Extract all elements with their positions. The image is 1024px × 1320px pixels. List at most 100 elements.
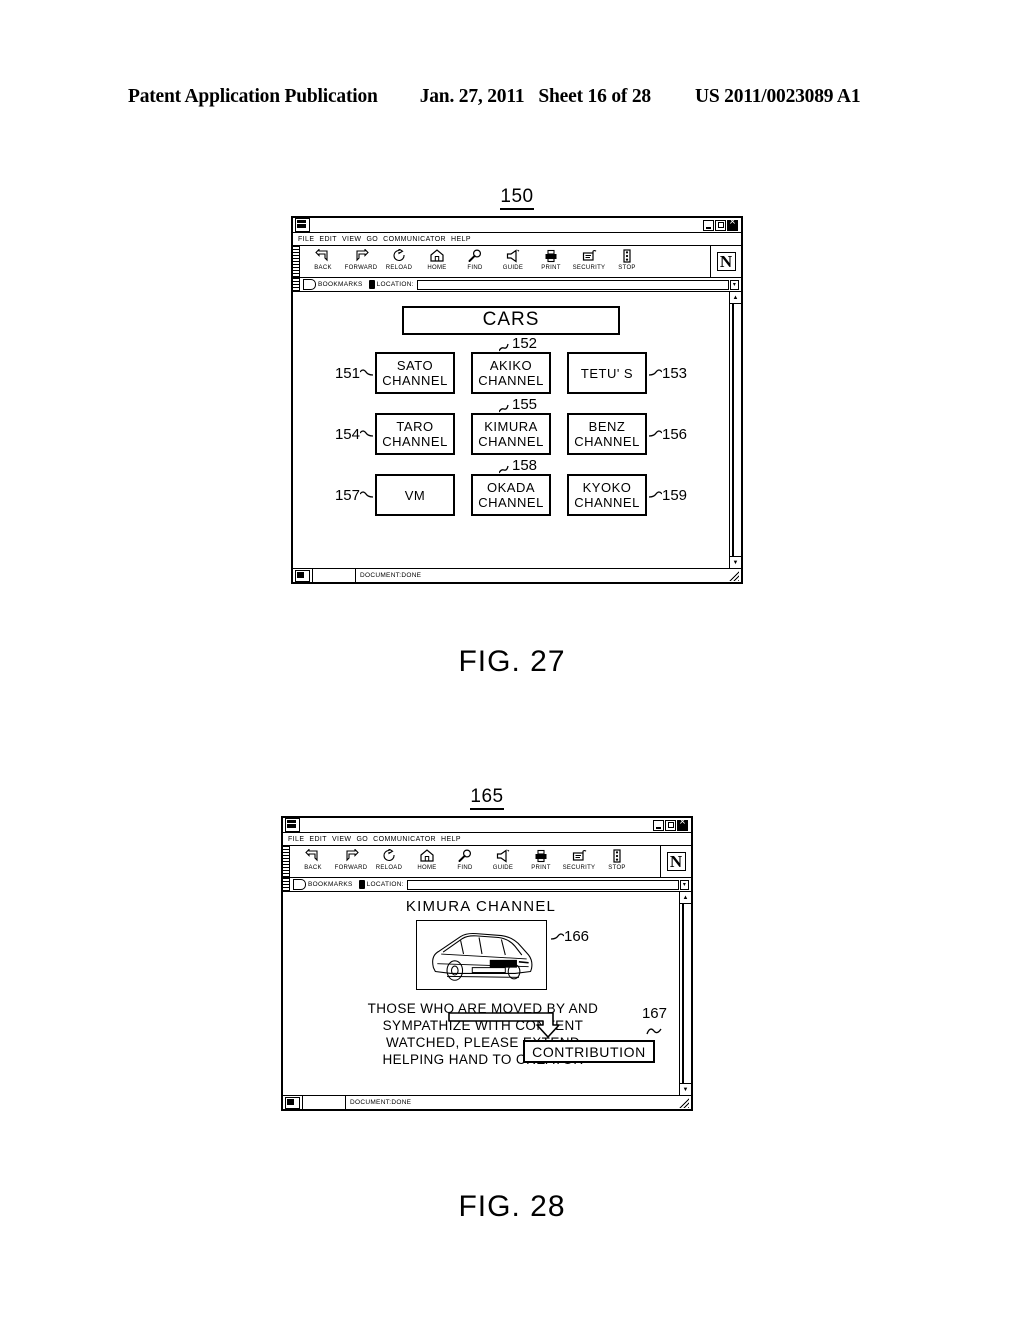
browser-window-165: FILE EDIT VIEW GO COMMUNICATOR HELP BACK	[281, 816, 693, 1111]
page-title-cars: CARS	[402, 306, 620, 335]
menu-item-view[interactable]: VIEW	[342, 236, 362, 243]
maximize-button[interactable]	[665, 819, 676, 831]
close-button[interactable]	[727, 217, 738, 231]
scroll-track[interactable]	[682, 904, 689, 1083]
reload-label: RELOAD	[385, 265, 413, 271]
reload-label: RELOAD	[375, 865, 403, 871]
menu-item-edit[interactable]: EDIT	[319, 236, 337, 243]
status-progress-area	[312, 569, 356, 582]
page-content: KIMURA CHANNEL 166 THOSE WHO ARE MOVED B…	[283, 892, 679, 1095]
url-dropdown-icon[interactable]: ▾	[680, 879, 689, 890]
reload-button[interactable]: RELOAD	[380, 247, 418, 272]
window-menu-icon[interactable]	[285, 818, 300, 832]
scroll-down-icon[interactable]: ▼	[730, 556, 741, 568]
menu-item-file[interactable]: FILE	[288, 836, 304, 843]
security-status-icon[interactable]	[285, 1096, 300, 1109]
menu-item-go[interactable]: GO	[366, 236, 378, 243]
leader-line-icon	[360, 368, 373, 378]
channel-label-line2: CHANNEL	[382, 434, 448, 449]
guide-button[interactable]: GUIDE	[484, 847, 522, 872]
menu-item-view[interactable]: VIEW	[332, 836, 352, 843]
minimize-button[interactable]	[703, 219, 714, 231]
channel-button-kyoko[interactable]: KYOKO CHANNEL	[567, 474, 647, 516]
callout-arrow-icon	[448, 1012, 560, 1038]
channel-button-okada[interactable]: OKADA CHANNEL	[471, 474, 551, 516]
channel-label-line1: SATO	[396, 358, 434, 373]
location-label-group[interactable]: LOCATION:	[366, 280, 417, 289]
window-menu-icon[interactable]	[295, 218, 310, 232]
close-button[interactable]	[677, 817, 688, 831]
scroll-down-icon[interactable]: ▼	[680, 1083, 691, 1095]
security-button[interactable]: SECURITY	[560, 847, 598, 872]
netscape-logo-button[interactable]: N	[660, 846, 691, 877]
channel-cell-sato: 151 SATO CHANNEL	[335, 352, 455, 394]
contribution-button[interactable]: CONTRIBUTION	[523, 1040, 655, 1063]
channel-button-kimura[interactable]: KIMURA CHANNEL	[471, 413, 551, 455]
home-button[interactable]: HOME	[408, 847, 446, 872]
resize-grip-icon[interactable]	[728, 570, 739, 581]
scroll-up-icon[interactable]: ▲	[730, 292, 741, 304]
location-bar-grip[interactable]	[283, 878, 290, 891]
url-dropdown-icon[interactable]: ▾	[730, 279, 739, 290]
back-button[interactable]: BACK	[294, 847, 332, 872]
minimize-button[interactable]	[653, 819, 664, 831]
stop-button[interactable]: STOP	[598, 847, 636, 872]
figure-28-reference-number: 165	[281, 786, 693, 810]
reload-button[interactable]: RELOAD	[370, 847, 408, 872]
menu-item-communicator[interactable]: COMMUNICATOR	[383, 236, 446, 243]
menu-item-help[interactable]: HELP	[441, 836, 461, 843]
page-icon	[368, 280, 375, 289]
toolbar-grip[interactable]	[283, 846, 290, 877]
channel-cell-vm: 157 VM	[335, 474, 455, 516]
channel-button-sato[interactable]: SATO CHANNEL	[375, 352, 455, 394]
channel-button-benz[interactable]: BENZ CHANNEL	[567, 413, 647, 455]
find-button[interactable]: FIND	[446, 847, 484, 872]
url-input[interactable]	[406, 879, 679, 890]
menu-item-file[interactable]: FILE	[298, 236, 314, 243]
menu-item-go[interactable]: GO	[356, 836, 368, 843]
channel-button-vm[interactable]: VM	[375, 474, 455, 516]
location-bar: BOOKMARKS LOCATION: ▾	[283, 878, 691, 892]
vertical-scrollbar[interactable]: ▲ ▼	[729, 292, 741, 568]
status-text: DOCUMENT:DONE	[360, 572, 422, 579]
netscape-logo-button[interactable]: N	[710, 246, 741, 277]
bookmarks-button[interactable]: BOOKMARKS	[290, 879, 356, 890]
security-button[interactable]: SECURITY	[570, 247, 608, 272]
channel-button-akiko[interactable]: AKIKO CHANNEL	[471, 352, 551, 394]
stop-button[interactable]: STOP	[608, 247, 646, 272]
bookmarks-button[interactable]: BOOKMARKS	[300, 279, 366, 290]
channel-cell-tetus: TETU' S 153	[567, 352, 687, 394]
title-bar-blank	[300, 820, 653, 831]
home-button[interactable]: HOME	[418, 247, 456, 272]
scroll-up-icon[interactable]: ▲	[680, 892, 691, 904]
menu-item-communicator[interactable]: COMMUNICATOR	[373, 836, 436, 843]
location-label-group[interactable]: LOCATION:	[356, 880, 407, 889]
toolbar-grip[interactable]	[293, 246, 300, 277]
forward-button[interactable]: FORWARD	[342, 247, 380, 272]
menu-item-edit[interactable]: EDIT	[309, 836, 327, 843]
vertical-scrollbar[interactable]: ▲ ▼	[679, 892, 691, 1095]
status-bar: DOCUMENT:DONE	[283, 1095, 691, 1109]
scroll-track[interactable]	[732, 304, 739, 556]
channel-button-tetus[interactable]: TETU' S	[567, 352, 647, 394]
menu-item-help[interactable]: HELP	[451, 236, 471, 243]
forward-button[interactable]: FORWARD	[332, 847, 370, 872]
guide-button[interactable]: GUIDE	[494, 247, 532, 272]
channel-label-line2: CHANNEL	[478, 495, 544, 510]
bookmark-icon	[303, 279, 316, 290]
printer-icon	[543, 247, 559, 264]
url-input[interactable]	[416, 279, 729, 290]
channel-label-line1: TETU' S	[580, 365, 634, 381]
channel-button-taro[interactable]: TARO CHANNEL	[375, 413, 455, 455]
find-button[interactable]: FIND	[456, 247, 494, 272]
home-icon	[419, 847, 435, 864]
resize-grip-icon[interactable]	[678, 1097, 689, 1108]
security-status-icon[interactable]	[295, 569, 310, 582]
back-label: BACK	[304, 865, 322, 871]
location-bar-grip[interactable]	[293, 278, 300, 291]
find-label: FIND	[457, 865, 473, 871]
print-button[interactable]: PRINT	[532, 247, 570, 272]
back-button[interactable]: BACK	[304, 247, 342, 272]
maximize-button[interactable]	[715, 219, 726, 231]
print-button[interactable]: PRINT	[522, 847, 560, 872]
